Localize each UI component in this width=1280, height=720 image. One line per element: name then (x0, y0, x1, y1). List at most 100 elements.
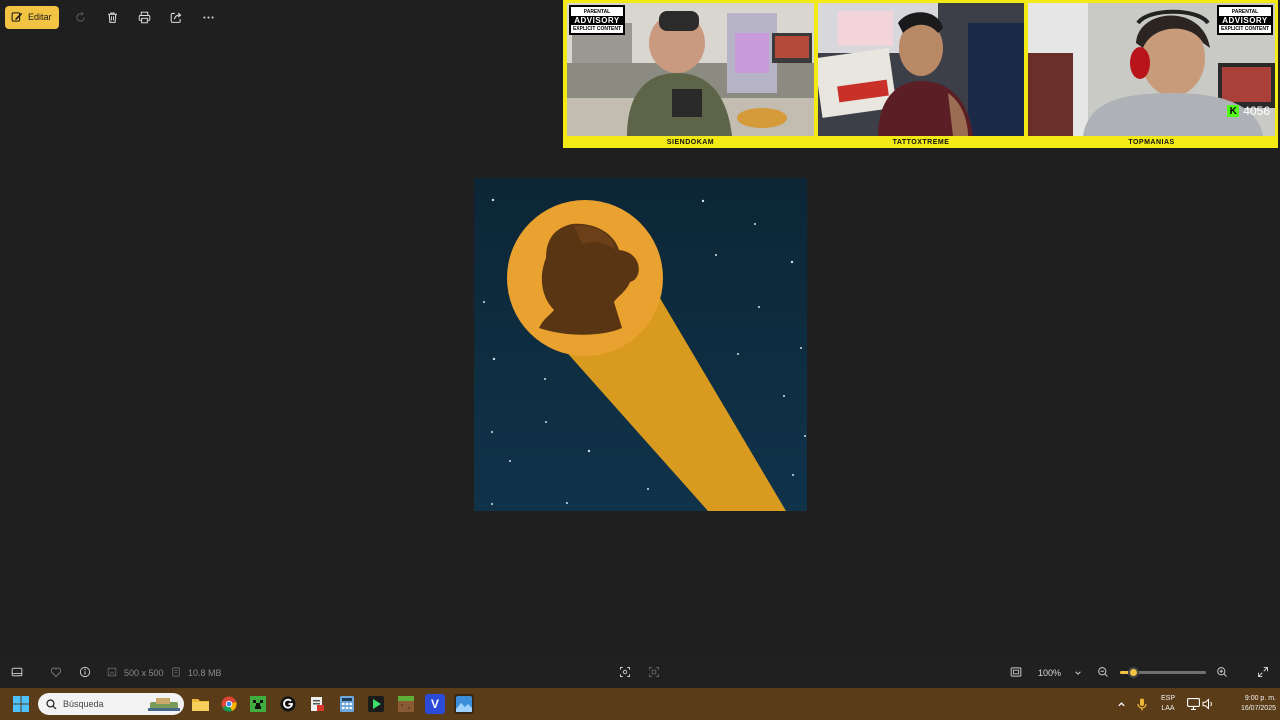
more-options-button[interactable] (195, 3, 223, 31)
zoom-level-value: 100% (1038, 667, 1062, 678)
info-icon (79, 666, 91, 678)
file-size-icon (172, 667, 180, 677)
edit-button-label: Editar (28, 12, 52, 22)
fit-to-window-button[interactable] (1006, 662, 1026, 682)
print-icon (138, 11, 151, 23)
language-variant: LAA (1161, 705, 1175, 712)
zoom-level-dropdown[interactable]: 100% (1032, 662, 1088, 683)
streamer-name-3: TOPMANIAS (1128, 139, 1175, 146)
webcam-2-scene (818, 3, 1024, 136)
advisory-line-main: ADVISORY (1219, 16, 1271, 25)
language-code: ESP (1160, 695, 1175, 702)
taskbar-calculator[interactable] (337, 694, 357, 714)
taskbar-media-app[interactable] (366, 694, 386, 714)
chrome-icon (221, 696, 237, 712)
image-dimensions: 500 x 500 (124, 668, 164, 678)
file-info-button[interactable] (75, 662, 95, 682)
streamer-name-2: TATTOXTREME (892, 139, 950, 146)
zoom-in-button[interactable] (1212, 662, 1232, 682)
show-hidden-icons-button[interactable] (1111, 694, 1131, 714)
document-app-icon (311, 697, 324, 711)
windows-logo-icon (13, 696, 29, 712)
webcam-feed-1: PARENTAL ADVISORY EXPLICIT CONTENT (567, 3, 814, 136)
advisory-line-bottom: EXPLICIT CONTENT (572, 26, 622, 32)
zoom-slider[interactable] (1120, 667, 1206, 678)
advisory-line-main: ADVISORY (571, 16, 623, 25)
clock[interactable]: 9:00 p. m. 16/07/2025 (1218, 694, 1276, 714)
taskbar-chrome[interactable] (219, 694, 239, 714)
viewer-count: 4056 (1243, 104, 1270, 118)
expand-icon (1258, 667, 1268, 677)
scan-icon (620, 667, 630, 677)
search-highlight-icon (148, 698, 180, 711)
advisory-line-top: PARENTAL (583, 9, 611, 15)
webcam-feed-2 (818, 3, 1024, 136)
rotate-button[interactable] (67, 3, 95, 31)
fit-window-icon (1010, 667, 1022, 677)
image-size-icon (107, 667, 117, 677)
filmstrip-toggle-button[interactable] (7, 662, 27, 682)
clock-time: 9:00 p. m. (1244, 695, 1276, 702)
webcam-feed-3: PARENTAL ADVISORY EXPLICIT CONTENT K 405… (1028, 3, 1275, 136)
taskbar-photos[interactable] (454, 694, 474, 714)
delete-button[interactable] (99, 3, 127, 31)
visual-search-button[interactable] (644, 662, 664, 682)
grass-block-icon (398, 696, 414, 712)
trash-icon (108, 12, 117, 23)
taskbar-app-document[interactable] (307, 694, 327, 714)
zoom-slider-thumb[interactable] (1128, 667, 1140, 678)
chevron-down-icon (1075, 670, 1081, 675)
visual-search-icon (649, 667, 659, 677)
parental-advisory-label-1: PARENTAL ADVISORY EXPLICIT CONTENT (569, 5, 625, 35)
dimensions-icon-wrap (102, 662, 122, 682)
play-app-icon (368, 696, 384, 712)
v-app-icon: V (430, 697, 439, 711)
clock-date: 16/07/2025 (1240, 705, 1276, 712)
edit-button[interactable]: Editar (5, 5, 59, 29)
print-button[interactable] (131, 3, 159, 31)
taskbar-search[interactable]: Búsqueda (38, 693, 184, 715)
search-placeholder: Búsqueda (63, 699, 104, 709)
speaker-icon (1202, 698, 1212, 710)
share-button[interactable] (163, 3, 191, 31)
microphone-tray-button[interactable] (1132, 694, 1152, 714)
advisory-line-top: PARENTAL (1231, 9, 1259, 15)
more-icon (203, 15, 214, 19)
input-language-indicator[interactable]: ESP LAA (1155, 694, 1181, 714)
top-toolbar: Editar (0, 0, 223, 34)
webcam-overlay: PARENTAL ADVISORY EXPLICIT CONTENT SIEND… (563, 0, 1278, 148)
heart-icon (50, 667, 62, 678)
chevron-up-icon (1117, 701, 1125, 706)
rotate-icon (76, 11, 85, 22)
zoom-in-icon (1217, 667, 1227, 677)
creeper-icon (250, 696, 266, 712)
file-size: 10.8 MB (188, 668, 222, 678)
filesize-icon-wrap (166, 662, 186, 682)
start-button[interactable] (11, 694, 31, 714)
advisory-line-bottom: EXPLICIT CONTENT (1220, 26, 1270, 32)
calculator-icon (340, 696, 354, 712)
zoom-out-button[interactable] (1093, 662, 1113, 682)
taskbar-logitech[interactable] (278, 694, 298, 714)
displayed-image (474, 178, 807, 511)
zoom-out-icon (1098, 667, 1108, 677)
streamer-name-1: SIENDOKAM (666, 139, 715, 146)
taskbar-minecraft-launcher[interactable] (396, 694, 416, 714)
viewer-count-badge: K 4056 (1227, 104, 1270, 118)
taskbar-minecraft[interactable] (248, 694, 268, 714)
volume-tray-button[interactable] (1198, 694, 1218, 714)
taskbar-v-app[interactable]: V (425, 694, 445, 714)
taskbar-file-explorer[interactable] (190, 694, 210, 714)
filmstrip-icon (11, 667, 23, 677)
logitech-g-icon (280, 696, 296, 712)
photos-icon (456, 696, 472, 712)
parental-advisory-label-3: PARENTAL ADVISORY EXPLICIT CONTENT (1217, 5, 1273, 35)
status-bar: 500 x 500 10.8 MB 100% (0, 657, 1280, 688)
select-region-button[interactable] (615, 662, 635, 682)
fullscreen-button[interactable] (1253, 662, 1273, 682)
favorite-button[interactable] (46, 662, 66, 682)
microphone-icon (1137, 698, 1147, 710)
share-icon (170, 12, 182, 23)
kick-logo-icon: K (1227, 105, 1240, 117)
search-icon (46, 698, 57, 709)
